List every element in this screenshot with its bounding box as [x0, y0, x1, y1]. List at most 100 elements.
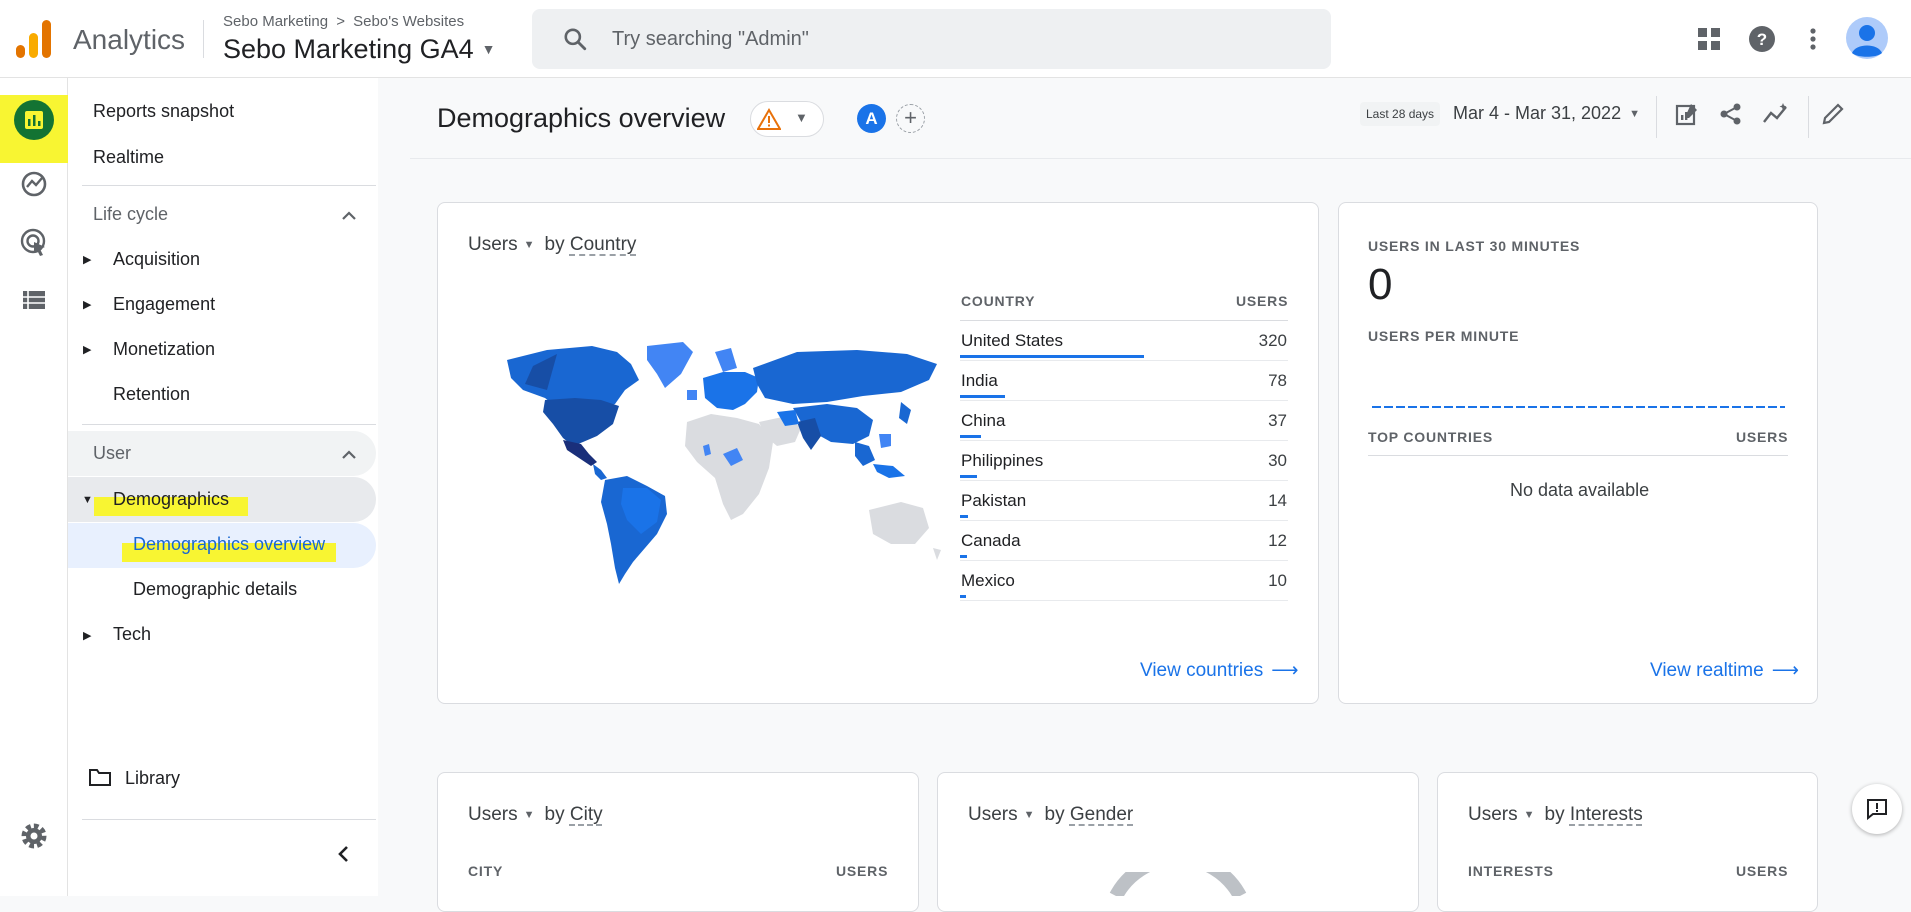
- country-name: Pakistan: [961, 491, 1027, 510]
- users-share-bar: [960, 515, 968, 518]
- dimension-label[interactable]: Gender: [1070, 804, 1133, 825]
- property-name: Sebo Marketing GA4: [223, 34, 474, 64]
- metric-selector[interactable]: Users: [468, 804, 518, 825]
- app-name: Analytics: [73, 24, 186, 55]
- chevron-up-icon[interactable]: [339, 208, 359, 222]
- collapse-arrow-icon[interactable]: ▼: [82, 494, 93, 506]
- edit-pencil-icon[interactable]: [1820, 101, 1846, 127]
- navigation-rail: [0, 78, 68, 896]
- nav-tech[interactable]: Tech: [113, 624, 151, 645]
- nav-demographics-overview[interactable]: Demographics overview: [133, 534, 325, 555]
- property-selector[interactable]: Sebo Marketing GA4 ▼: [223, 34, 496, 65]
- view-realtime-link[interactable]: View realtime ⟶: [1650, 659, 1799, 682]
- by-label: by: [544, 804, 565, 825]
- arrow-right-icon: ⟶: [1771, 660, 1799, 681]
- date-range-picker[interactable]: Mar 4 - Mar 31, 2022 ▼: [1453, 103, 1640, 124]
- dimension-label[interactable]: City: [570, 804, 603, 825]
- admin-settings-icon[interactable]: [16, 818, 52, 854]
- users-value: 14: [1268, 491, 1287, 510]
- chevron-up-icon[interactable]: [339, 447, 359, 461]
- card-title[interactable]: Users ▼ by Gender: [968, 804, 1133, 826]
- card-title[interactable]: Users ▼ by City: [468, 804, 603, 826]
- nav-demographic-details[interactable]: Demographic details: [133, 579, 297, 600]
- top-countries-label: TOP COUNTRIES: [1368, 429, 1494, 445]
- expand-arrow-icon[interactable]: ▶: [83, 629, 91, 642]
- nav-retention[interactable]: Retention: [113, 384, 190, 405]
- by-label: by: [1044, 804, 1065, 825]
- top-app-bar: Analytics Sebo Marketing > Sebo's Websit…: [0, 0, 1911, 78]
- help-icon[interactable]: ?: [1745, 22, 1779, 56]
- country-name: Philippines: [961, 451, 1044, 470]
- card-title[interactable]: Users ▼ by Interests: [1468, 804, 1643, 826]
- table-row[interactable]: India 78: [960, 361, 1288, 401]
- customize-report-icon[interactable]: [1674, 101, 1700, 127]
- world-map: [507, 342, 941, 584]
- column-header-users: USERS: [1736, 863, 1789, 879]
- advertising-icon[interactable]: [16, 224, 52, 260]
- account-name: Sebo Marketing: [223, 13, 329, 30]
- nav-demographics[interactable]: Demographics: [113, 489, 229, 510]
- collapse-nav-icon[interactable]: [333, 843, 355, 865]
- date-caption: Last 28 days: [1360, 102, 1441, 126]
- nav-section-lifecycle[interactable]: Life cycle: [93, 204, 168, 225]
- header-divider: [203, 20, 204, 58]
- metric-selector[interactable]: Users: [968, 804, 1018, 825]
- expand-arrow-icon[interactable]: ▶: [83, 343, 91, 356]
- table-row[interactable]: Mexico 10: [960, 561, 1288, 601]
- users-per-minute-label: USERS PER MINUTE: [1368, 328, 1520, 344]
- users-value: 320: [1258, 331, 1287, 350]
- nav-acquisition[interactable]: Acquisition: [113, 249, 200, 270]
- caret-down-icon: ▼: [523, 239, 535, 251]
- nav-reports-snapshot[interactable]: Reports snapshot: [93, 101, 234, 122]
- by-label: by: [544, 234, 565, 255]
- reports-icon[interactable]: [13, 99, 55, 141]
- nav-library[interactable]: Library: [125, 768, 180, 789]
- search-icon: [564, 28, 587, 51]
- metric-selector[interactable]: Users: [1468, 804, 1518, 825]
- gender-donut-chart: [1109, 872, 1247, 896]
- realtime-card: [1338, 202, 1818, 704]
- table-row[interactable]: Canada 12: [960, 521, 1288, 561]
- users-share-bar: [960, 395, 1005, 398]
- explore-icon[interactable]: [16, 166, 52, 202]
- country-name: India: [961, 371, 998, 390]
- users-value: 10: [1268, 571, 1287, 590]
- nav-engagement[interactable]: Engagement: [113, 294, 215, 315]
- expand-arrow-icon[interactable]: ▶: [83, 253, 91, 266]
- nav-section-user[interactable]: User: [93, 443, 131, 464]
- dimension-label[interactable]: Country: [570, 234, 637, 255]
- account-breadcrumb[interactable]: Sebo Marketing > Sebo's Websites: [223, 13, 464, 30]
- more-vert-icon[interactable]: [1796, 22, 1830, 56]
- insights-icon[interactable]: [1762, 101, 1790, 127]
- account-avatar[interactable]: [1846, 17, 1888, 59]
- column-header-users: USERS: [1236, 293, 1289, 309]
- table-row[interactable]: Philippines 30: [960, 441, 1288, 481]
- view-realtime-label: View realtime: [1650, 660, 1764, 681]
- table-row[interactable]: Pakistan 14: [960, 481, 1288, 521]
- share-icon[interactable]: [1718, 101, 1744, 127]
- analytics-logo-icon[interactable]: [16, 20, 52, 58]
- users-value: 78: [1268, 371, 1287, 390]
- dimension-label[interactable]: Interests: [1570, 804, 1643, 825]
- nav-realtime[interactable]: Realtime: [93, 147, 164, 168]
- country-name: China: [961, 411, 1006, 430]
- search-bar[interactable]: Try searching "Admin": [532, 9, 1331, 69]
- configure-icon[interactable]: [16, 282, 52, 318]
- feedback-button[interactable]: [1852, 784, 1902, 834]
- data-quality-button[interactable]: ▼: [750, 101, 824, 137]
- nav-monetization[interactable]: Monetization: [113, 339, 215, 360]
- caret-down-icon: ▼: [523, 809, 535, 821]
- metric-selector[interactable]: Users: [468, 234, 518, 255]
- realtime-users-column: USERS: [1736, 429, 1789, 445]
- comparison-avatar[interactable]: A: [857, 104, 886, 133]
- users-share-bar: [960, 555, 967, 558]
- apps-grid-icon[interactable]: [1692, 22, 1726, 56]
- table-row[interactable]: China 37: [960, 401, 1288, 441]
- users-share-bar: [960, 435, 981, 438]
- add-comparison-icon[interactable]: +: [896, 104, 925, 133]
- view-countries-link[interactable]: View countries ⟶: [1140, 659, 1298, 682]
- card-title[interactable]: Users ▼ by Country: [468, 234, 636, 256]
- folder-icon[interactable]: [88, 766, 112, 788]
- table-row[interactable]: United States 320: [960, 321, 1288, 361]
- expand-arrow-icon[interactable]: ▶: [83, 298, 91, 311]
